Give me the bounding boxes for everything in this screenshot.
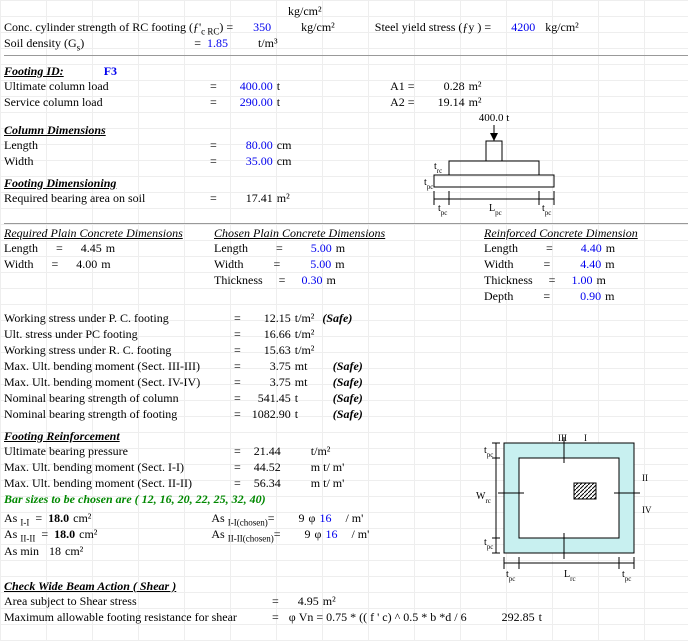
area-unit: m² [277, 191, 290, 206]
req-title: Required Plain Concrete Dimensions [4, 226, 214, 241]
footing-elevation-diagram: 400.0 t trc tpc tpc Lpc tpc [394, 111, 594, 221]
svg-text:tpc: tpc [438, 203, 447, 217]
a1-unit: m² [469, 79, 482, 94]
svg-text:Wrc: Wrc [476, 491, 491, 505]
rc-unit: kg/cm² [301, 20, 335, 35]
wid-unit: cm [277, 154, 292, 169]
a1-val: 0.28 [415, 79, 465, 94]
steel-label: Steel yield stress (ƒy ) = [375, 20, 491, 35]
footing-id: F3 [104, 64, 117, 79]
area-label: Required bearing area on soil [4, 191, 204, 206]
svg-text:trc: trc [434, 161, 442, 175]
svg-text:tpc: tpc [506, 569, 515, 583]
svg-text:tpc: tpc [484, 445, 493, 459]
svc-unit: t [277, 95, 280, 110]
shear-area-row: Area subject to Shear stress= 4.95 m² [4, 594, 688, 610]
divider [4, 55, 688, 56]
svg-text:tpc: tpc [484, 537, 493, 551]
len-val: 80.00 [223, 138, 273, 153]
row-footing-id: Footing ID: F3 [4, 58, 688, 79]
wid-label: Width [4, 154, 204, 169]
area-val: 17.41 [223, 191, 273, 206]
svg-text:tpc: tpc [542, 203, 551, 217]
rc-title: Reinforced Concrete Dimension [484, 226, 688, 241]
diag-load-text: 400.0 t [479, 112, 510, 124]
ult-val: 400.00 [223, 79, 273, 94]
a1-label: A1 = [390, 79, 414, 94]
len-label: Length [4, 138, 204, 153]
footing-id-label: Footing ID: [4, 64, 64, 79]
svg-text:Lpc: Lpc [489, 203, 502, 217]
steel-val: 4200 [511, 20, 535, 35]
soil-unit: t/m³ [258, 36, 278, 51]
svg-text:IV: IV [642, 505, 652, 515]
ult-unit: t [277, 79, 280, 94]
ult-label: Ultimate column load [4, 79, 204, 94]
bar-sizes: Bar sizes to be chosen are ( 12, 16, 20,… [4, 492, 454, 507]
row-svc-load: Service column load = 290.00 t A2 = 19.1… [4, 95, 688, 111]
rc-val: 350 [253, 20, 271, 35]
a2-unit: m² [469, 95, 482, 110]
reinf-title: Footing Reinforcement [4, 429, 454, 444]
svg-text:III: III [558, 433, 567, 443]
chosen-title: Chosen Plain Concrete Dimensions [214, 226, 424, 241]
svg-text:I: I [584, 433, 587, 443]
len-unit: cm [277, 138, 292, 153]
svc-val: 290.00 [223, 95, 273, 110]
a2-label: A2 = [390, 95, 414, 110]
row-rc-strength: Conc. cylinder strength of RC footing (ƒ… [4, 20, 688, 36]
coldim-title: Column Dimensions [4, 123, 364, 138]
a2-val: 19.14 [415, 95, 465, 110]
top-partial-row: kg/cm² [4, 4, 688, 20]
soil-val: 1.85 [207, 36, 228, 51]
soil-label: Soil density (Gs) [4, 36, 84, 52]
stress-block: Working stress under P. C. footing=12.15… [4, 311, 688, 423]
wid-val: 35.00 [223, 154, 273, 169]
shear-max-row: Maximum allowable footing resistance for… [4, 610, 688, 626]
svg-text:tpc: tpc [424, 177, 433, 191]
footdim-title: Footing Dimensioning [4, 176, 364, 191]
divider [4, 223, 688, 224]
dimension-tables: Required Plain Concrete Dimensions Lengt… [4, 226, 688, 305]
eq: = [194, 36, 201, 51]
row-soil: Soil density (Gs) = 1.85 t/m³ [4, 36, 688, 52]
pc-unit-partial: kg/cm² [288, 4, 322, 19]
footing-plan-diagram: III II IV I tpc Wrc tpc tpc Lrc tpc [464, 433, 684, 583]
svg-text:Lrc: Lrc [564, 569, 576, 583]
rc-label: Conc. cylinder strength of RC footing (ƒ… [4, 20, 233, 36]
steel-unit: kg/cm² [545, 20, 579, 35]
svg-text:tpc: tpc [622, 569, 631, 583]
row-ult-load: Ultimate column load = 400.00 t A1 = 0.2… [4, 79, 688, 95]
svc-label: Service column load [4, 95, 204, 110]
svg-text:II: II [642, 473, 648, 483]
